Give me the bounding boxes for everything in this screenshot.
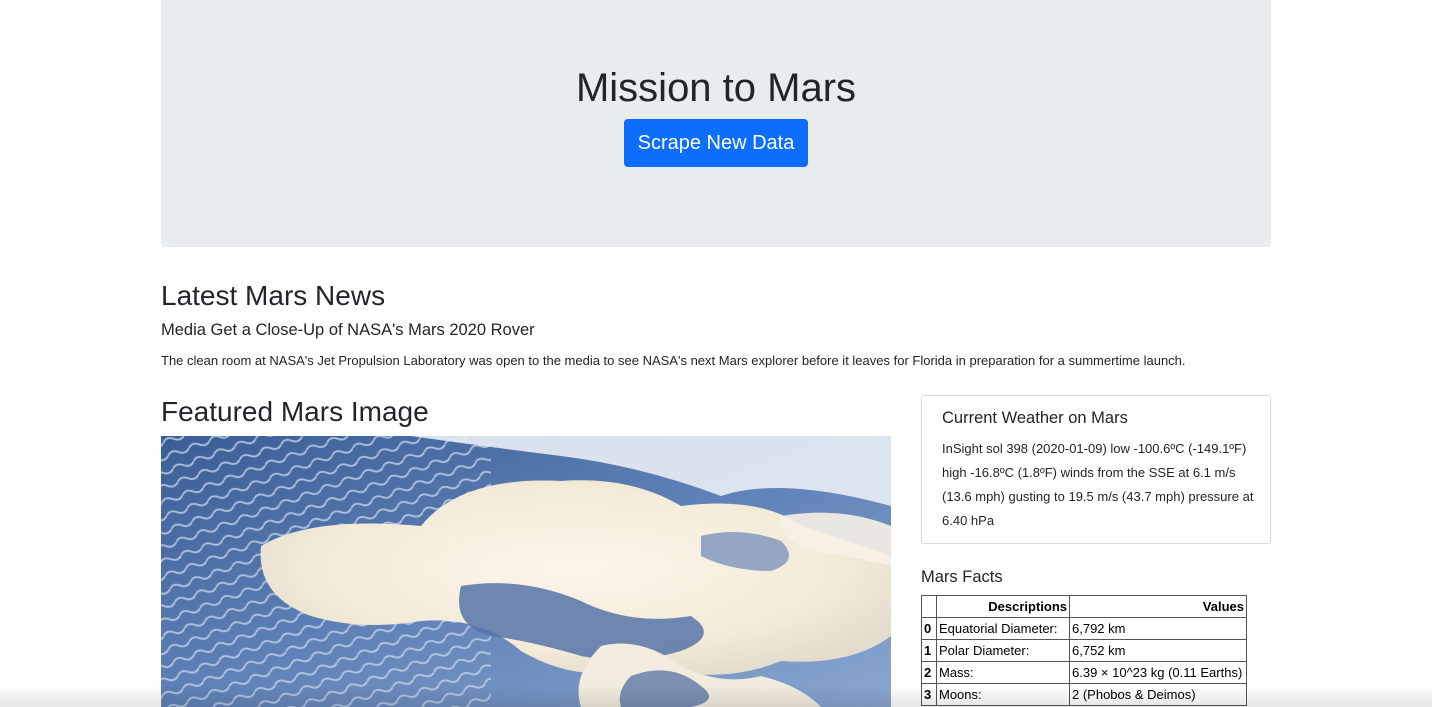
fact-value: 6,792 km: [1069, 617, 1247, 640]
news-paragraph: The clean room at NASA's Jet Propulsion …: [161, 353, 1186, 368]
table-row: 2 Mass: 6.39 × 10^23 kg (0.11 Earths): [921, 661, 1247, 684]
row-index: 0: [921, 617, 937, 640]
page-title: Mission to Mars: [575, 66, 857, 110]
weather-text: InSight sol 398 (2020-01-09) low -100.6º…: [942, 441, 1254, 528]
row-index: 2: [921, 661, 937, 684]
featured-image-heading: Featured Mars Image: [161, 396, 429, 427]
fact-description: Polar Diameter:: [936, 639, 1070, 662]
mars-facts-table: Descriptions Values 0 Equatorial Diamete…: [921, 595, 1247, 706]
scrape-new-data-button[interactable]: Scrape New Data: [624, 119, 808, 167]
latest-news-heading: Latest Mars News: [161, 280, 386, 311]
facts-column-header: Values: [1069, 595, 1247, 618]
fact-description: Equatorial Diameter:: [936, 617, 1070, 640]
fact-description: Moons:: [936, 683, 1070, 706]
featured-mars-image: [161, 436, 891, 707]
facts-column-header: Descriptions: [936, 595, 1070, 618]
mars-facts-heading: Mars Facts: [921, 568, 1003, 586]
jumbotron-header: Mission to Mars Scrape New Data: [161, 0, 1271, 247]
table-row: 0 Equatorial Diameter: 6,792 km: [921, 617, 1247, 640]
fact-value: 6,752 km: [1069, 639, 1247, 662]
weather-card: Current Weather on Mars InSight sol 398 …: [921, 395, 1271, 544]
row-index: 3: [921, 683, 937, 706]
fact-value: 6.39 × 10^23 kg (0.11 Earths): [1069, 661, 1247, 684]
fact-description: Mass:: [936, 661, 1070, 684]
row-index: 1: [921, 639, 937, 662]
fact-value: 2 (Phobos & Deimos): [1069, 683, 1247, 706]
table-row: 1 Polar Diameter: 6,752 km: [921, 639, 1247, 662]
weather-heading: Current Weather on Mars: [942, 409, 1128, 427]
facts-header-row: Descriptions Values: [921, 595, 1247, 618]
news-title: Media Get a Close-Up of NASA's Mars 2020…: [161, 321, 535, 339]
table-row: 3 Moons: 2 (Phobos & Deimos): [921, 683, 1247, 706]
facts-column-header: [921, 595, 937, 618]
